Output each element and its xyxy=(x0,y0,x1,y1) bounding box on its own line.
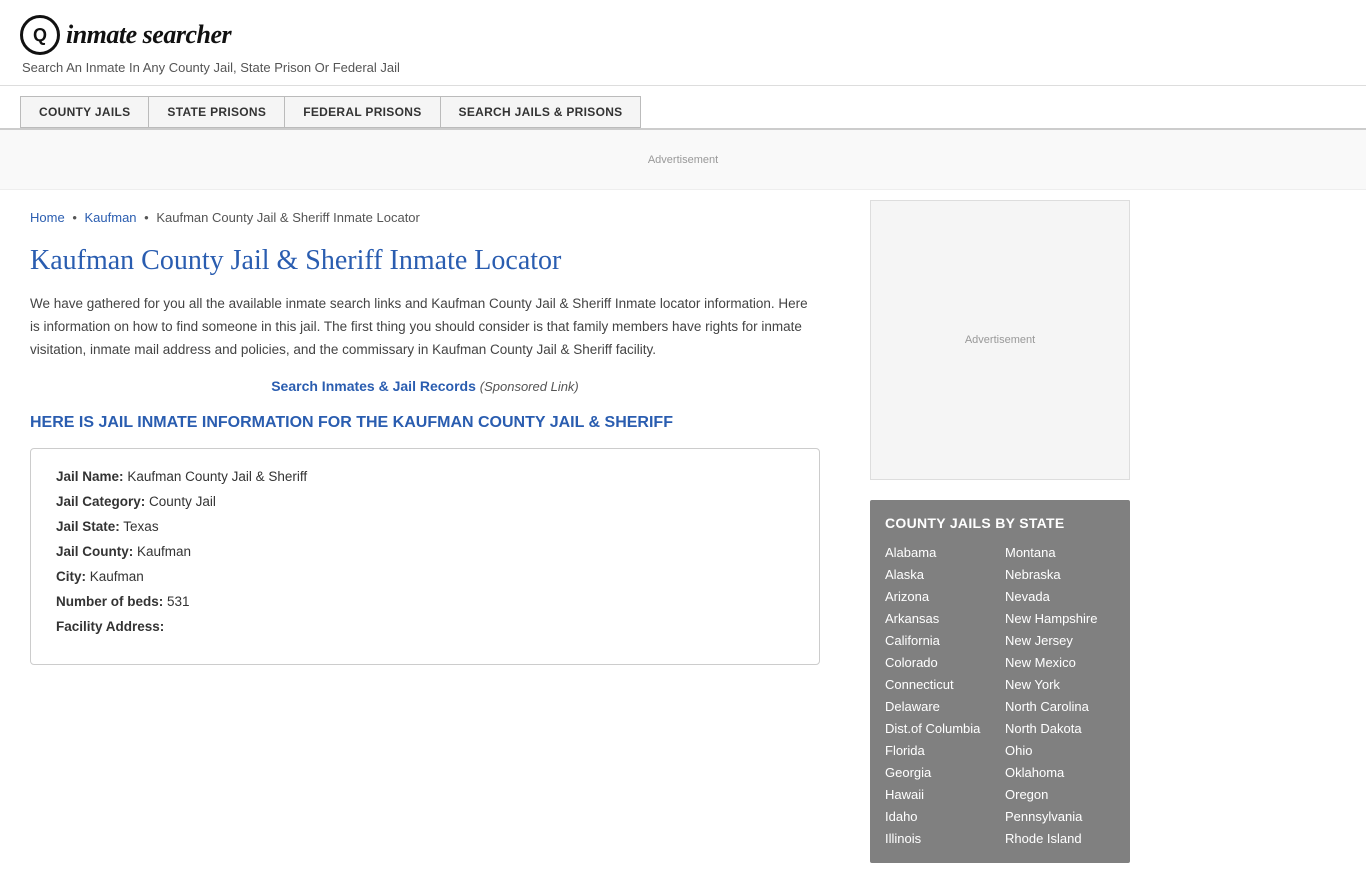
info-row-city: City: Kaufman xyxy=(56,569,794,584)
state-link-florida[interactable]: Florida xyxy=(885,741,995,760)
sponsored-link[interactable]: Search Inmates & Jail Records xyxy=(271,378,476,394)
logo-text-searcher: searcher xyxy=(143,20,231,49)
state-link-oregon[interactable]: Oregon xyxy=(1005,785,1115,804)
breadcrumb-current: Kaufman County Jail & Sheriff Inmate Loc… xyxy=(156,210,420,225)
label-jail-name: Jail Name: xyxy=(56,469,124,484)
label-city: City: xyxy=(56,569,86,584)
state-link-north-carolina[interactable]: North Carolina xyxy=(1005,697,1115,716)
info-row-jail-county: Jail County: Kaufman xyxy=(56,544,794,559)
logo-text-inmate: inmate xyxy=(66,20,137,49)
content-area: Home • Kaufman • Kaufman County Jail & S… xyxy=(0,190,850,873)
value-jail-state: Texas xyxy=(123,519,158,534)
info-row-jail-name: Jail Name: Kaufman County Jail & Sheriff xyxy=(56,469,794,484)
state-link-new-hampshire[interactable]: New Hampshire xyxy=(1005,609,1115,628)
sidebar-ad-label: Advertisement xyxy=(965,334,1035,346)
state-link-ohio[interactable]: Ohio xyxy=(1005,741,1115,760)
state-link-alaska[interactable]: Alaska xyxy=(885,565,995,584)
value-city: Kaufman xyxy=(90,569,144,584)
nav-search-jails[interactable]: SEARCH JAILS & PRISONS xyxy=(440,96,642,128)
sidebar-ad: Advertisement xyxy=(870,200,1130,480)
info-card: Jail Name: Kaufman County Jail & Sheriff… xyxy=(30,448,820,665)
logo-icon: Q xyxy=(20,15,60,55)
breadcrumb: Home • Kaufman • Kaufman County Jail & S… xyxy=(30,210,820,225)
top-ad-banner: Advertisement xyxy=(0,130,1366,190)
header: Q inmate searcher Search An Inmate In An… xyxy=(0,0,1366,86)
info-row-address: Facility Address: xyxy=(56,619,794,634)
page-title: Kaufman County Jail & Sheriff Inmate Loc… xyxy=(30,245,820,277)
state-link-california[interactable]: California xyxy=(885,631,995,650)
state-link-pennsylvania[interactable]: Pennsylvania xyxy=(1005,807,1115,826)
page-description: We have gathered for you all the availab… xyxy=(30,293,820,362)
state-columns: Alabama Alaska Arizona Arkansas California Co… xyxy=(885,543,1115,848)
main-layout: Home • Kaufman • Kaufman County Jail & S… xyxy=(0,190,1366,873)
breadcrumb-sep1: • xyxy=(72,210,77,225)
label-jail-county: Jail County: xyxy=(56,544,133,559)
section-heading: HERE IS JAIL INMATE INFORMATION FOR THE … xyxy=(30,414,820,432)
state-link-arkansas[interactable]: Arkansas xyxy=(885,609,995,628)
state-link-new-york[interactable]: New York xyxy=(1005,675,1115,694)
label-beds: Number of beds: xyxy=(56,594,163,609)
info-row-jail-state: Jail State: Texas xyxy=(56,519,794,534)
state-col-left: Alabama Alaska Arizona Arkansas California Co… xyxy=(885,543,995,848)
state-box-title: COUNTY JAILS BY STATE xyxy=(885,515,1115,531)
state-link-montana[interactable]: Montana xyxy=(1005,543,1115,562)
sponsored-link-area: Search Inmates & Jail Records (Sponsored… xyxy=(30,378,820,394)
state-link-dist-of-columbia[interactable]: Dist.of Columbia xyxy=(885,719,995,738)
label-address: Facility Address: xyxy=(56,619,164,634)
breadcrumb-home[interactable]: Home xyxy=(30,210,65,225)
state-link-north-dakota[interactable]: North Dakota xyxy=(1005,719,1115,738)
nav-county-jails[interactable]: COUNTY JAILS xyxy=(20,96,148,128)
state-link-idaho[interactable]: Idaho xyxy=(885,807,995,826)
value-beds: 531 xyxy=(167,594,190,609)
state-link-nebraska[interactable]: Nebraska xyxy=(1005,565,1115,584)
state-link-colorado[interactable]: Colorado xyxy=(885,653,995,672)
sponsored-text: (Sponsored Link) xyxy=(480,379,579,394)
breadcrumb-parent[interactable]: Kaufman xyxy=(85,210,137,225)
value-jail-category: County Jail xyxy=(149,494,216,509)
state-link-rhode-island[interactable]: Rhode Island xyxy=(1005,829,1115,848)
state-link-new-jersey[interactable]: New Jersey xyxy=(1005,631,1115,650)
state-link-hawaii[interactable]: Hawaii xyxy=(885,785,995,804)
info-row-beds: Number of beds: 531 xyxy=(56,594,794,609)
state-link-oklahoma[interactable]: Oklahoma xyxy=(1005,763,1115,782)
value-jail-county: Kaufman xyxy=(137,544,191,559)
state-link-alabama[interactable]: Alabama xyxy=(885,543,995,562)
nav-state-prisons[interactable]: STATE PRISONS xyxy=(148,96,284,128)
state-link-nevada[interactable]: Nevada xyxy=(1005,587,1115,606)
state-link-new-mexico[interactable]: New Mexico xyxy=(1005,653,1115,672)
state-col-right: Montana Nebraska Nevada New Hampshire New Je… xyxy=(1005,543,1115,848)
state-box: COUNTY JAILS BY STATE Alabama Alaska Arizo… xyxy=(870,500,1130,863)
tagline: Search An Inmate In Any County Jail, Sta… xyxy=(22,60,1346,75)
value-jail-name: Kaufman County Jail & Sheriff xyxy=(127,469,307,484)
top-ad-label: Advertisement xyxy=(648,154,718,166)
sidebar: Advertisement COUNTY JAILS BY STATE Alab… xyxy=(850,190,1150,873)
state-link-delaware[interactable]: Delaware xyxy=(885,697,995,716)
state-link-georgia[interactable]: Georgia xyxy=(885,763,995,782)
state-link-arizona[interactable]: Arizona xyxy=(885,587,995,606)
nav-federal-prisons[interactable]: FEDERAL PRISONS xyxy=(284,96,439,128)
nav-bar: COUNTY JAILS STATE PRISONS FEDERAL PRISO… xyxy=(0,86,1366,130)
label-jail-state: Jail State: xyxy=(56,519,120,534)
label-jail-category: Jail Category: xyxy=(56,494,145,509)
info-row-jail-category: Jail Category: County Jail xyxy=(56,494,794,509)
logo-area: Q inmate searcher xyxy=(20,15,1346,55)
state-link-illinois[interactable]: Illinois xyxy=(885,829,995,848)
breadcrumb-sep2: • xyxy=(144,210,149,225)
state-link-connecticut[interactable]: Connecticut xyxy=(885,675,995,694)
logo-text: inmate searcher xyxy=(66,20,231,50)
